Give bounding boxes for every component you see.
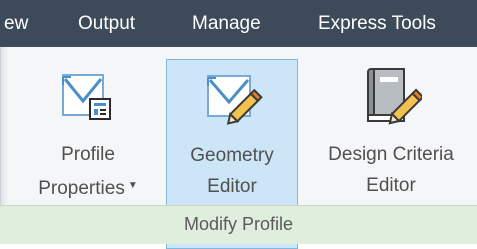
geometry-editor-line2: Editor: [207, 176, 257, 197]
geometry-editor-line1: Geometry: [190, 145, 274, 166]
panel-group-bar[interactable]: Modify Profile: [0, 205, 477, 244]
geometry-editor-label: Geometry Editor: [167, 140, 297, 202]
panel-group-label: Modify Profile: [183, 214, 294, 234]
ribbon-tab-bar: ew Output Manage Express Tools: [0, 0, 477, 47]
tab-express-tools[interactable]: Express Tools: [318, 0, 436, 47]
tab-output[interactable]: Output: [78, 0, 135, 47]
tab-manage[interactable]: Manage: [192, 0, 261, 47]
profile-properties-icon: [58, 67, 114, 132]
profile-properties-line2: Properties: [38, 178, 125, 199]
profile-properties-label: Profile Properties ▼: [20, 139, 156, 204]
tab-view[interactable]: ew: [4, 0, 28, 47]
dropdown-arrow-icon[interactable]: ▼: [128, 180, 138, 191]
profile-properties-line2-wrap: Properties ▼: [20, 170, 156, 204]
design-criteria-editor-line2: Editor: [366, 175, 416, 196]
design-criteria-editor-icon: [362, 65, 425, 134]
design-criteria-editor-line1: Design Criteria: [328, 144, 454, 165]
profile-properties-line1: Profile: [61, 144, 115, 165]
geometry-editor-icon: [203, 68, 263, 133]
design-criteria-editor-label: Design Criteria Editor: [306, 139, 476, 201]
